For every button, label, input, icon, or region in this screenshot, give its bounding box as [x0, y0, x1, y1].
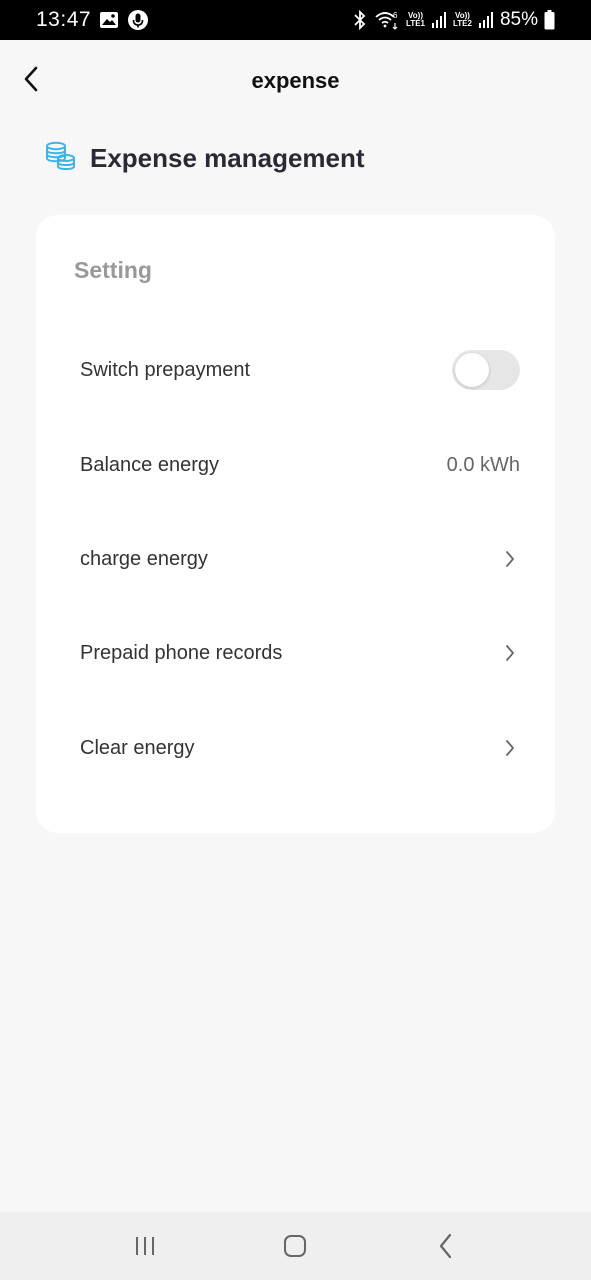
- clear-energy-row[interactable]: Clear energy: [80, 718, 520, 778]
- wifi-icon: 6: [374, 10, 400, 30]
- prepaid-records-row[interactable]: Prepaid phone records: [80, 623, 520, 683]
- chevron-right-icon: [500, 547, 520, 571]
- section-title: Expense management: [90, 142, 365, 173]
- balance-energy-row: Balance energy 0.0 kWh: [80, 435, 520, 495]
- row-label: charge energy: [80, 547, 208, 570]
- chevron-right-icon: [500, 736, 520, 760]
- page-title: expense: [251, 68, 340, 93]
- signal-icon: [478, 11, 494, 29]
- balance-energy-value: 0.0 kWh: [446, 453, 520, 476]
- image-icon: [99, 11, 119, 29]
- row-label: Balance energy: [80, 453, 219, 476]
- home-icon: [284, 1235, 307, 1257]
- status-time: 13:47: [36, 8, 92, 31]
- status-bar-left: 13:47: [36, 8, 149, 32]
- network-1-bottom: LTE1: [406, 19, 425, 28]
- battery-icon: [544, 10, 555, 30]
- system-back-button[interactable]: [416, 1221, 476, 1271]
- back-arrow-icon: [24, 66, 38, 92]
- status-bar: 13:47 6 Vo)) LTE1 Vo)) LTE2 85%: [0, 0, 591, 40]
- battery-percent: 85%: [499, 9, 538, 30]
- mic-icon: [127, 9, 149, 31]
- switch-prepayment-row: Switch prepayment: [80, 340, 520, 400]
- signal-icon: [431, 11, 447, 29]
- row-label: Switch prepayment: [80, 358, 251, 381]
- coins-icon: [44, 141, 76, 176]
- network-2-bottom: LTE2: [453, 19, 472, 28]
- settings-card: Setting Switch prepayment Balance energy…: [36, 215, 555, 833]
- network-1-label: Vo)) LTE1: [406, 12, 425, 28]
- section-header: Expense management: [44, 138, 365, 178]
- system-nav-bar: [0, 1212, 591, 1280]
- charge-energy-row[interactable]: charge energy: [80, 529, 520, 589]
- prepayment-toggle[interactable]: [452, 350, 520, 390]
- svg-text:6: 6: [393, 11, 398, 20]
- home-button[interactable]: [265, 1221, 325, 1271]
- row-label: Clear energy: [80, 736, 195, 759]
- network-2-label: Vo)) LTE2: [453, 12, 472, 28]
- bluetooth-icon: [352, 10, 368, 30]
- chevron-right-icon: [500, 641, 520, 665]
- back-button[interactable]: [14, 62, 48, 96]
- row-label: Prepaid phone records: [80, 641, 283, 664]
- recent-apps-button[interactable]: [115, 1221, 175, 1271]
- app-header: expense: [0, 40, 591, 124]
- status-bar-right: 6 Vo)) LTE1 Vo)) LTE2 85%: [352, 9, 555, 31]
- card-heading: Setting: [74, 257, 152, 283]
- recent-apps-icon: [136, 1237, 155, 1255]
- toggle-knob: [455, 353, 489, 387]
- back-icon: [439, 1233, 451, 1259]
